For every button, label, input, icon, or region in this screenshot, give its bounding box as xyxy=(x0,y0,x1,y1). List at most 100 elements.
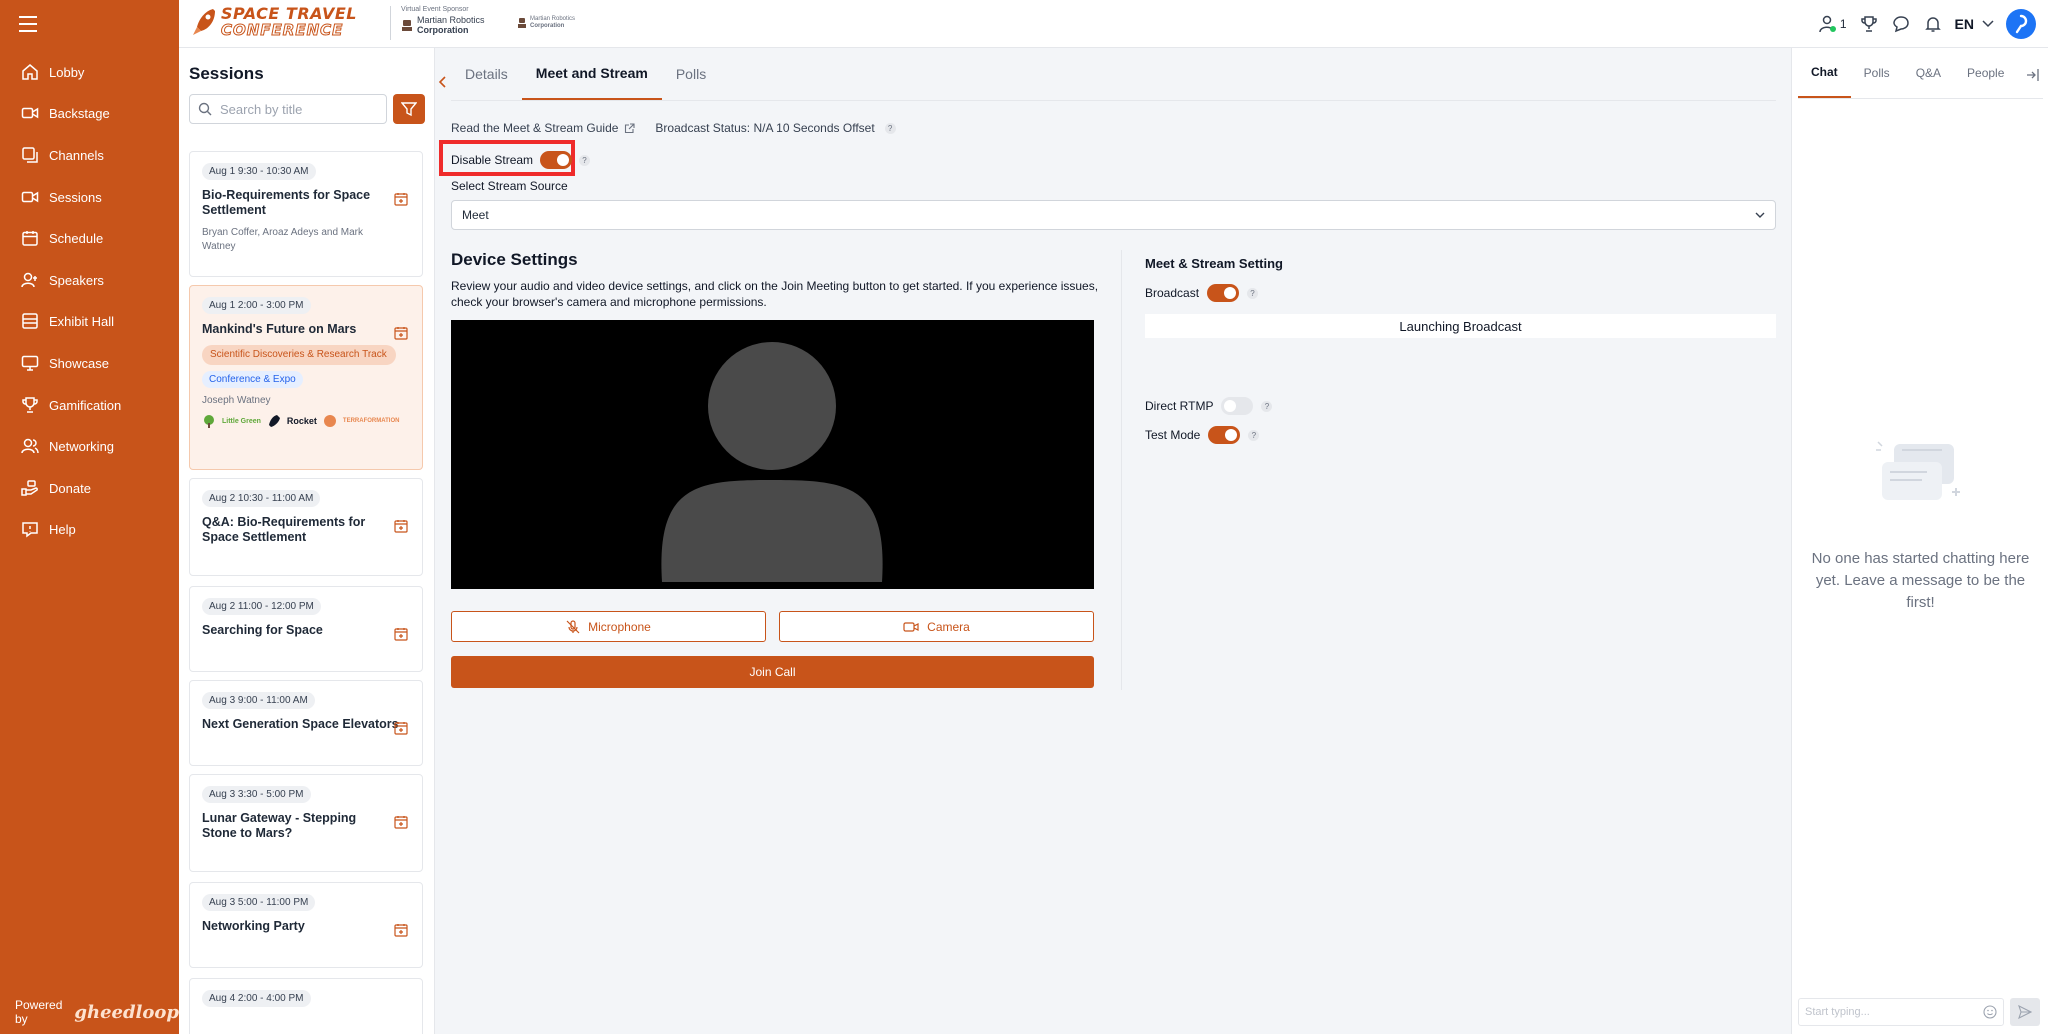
session-card[interactable]: Aug 3 5:00 - 11:00 PM Networking Party xyxy=(189,882,423,968)
tab-polls[interactable]: Polls xyxy=(662,48,720,100)
add-calendar-icon[interactable] xyxy=(394,519,408,533)
nav-item-lobby[interactable]: Lobby xyxy=(0,54,179,90)
tab-polls[interactable]: Polls xyxy=(1851,48,1903,98)
session-title: Q&A: Bio-Requirements for Space Settleme… xyxy=(202,515,366,544)
filter-button[interactable] xyxy=(393,94,425,124)
search-box[interactable] xyxy=(189,94,387,124)
nav-item-sessions[interactable]: Sessions xyxy=(0,179,179,215)
collapse-sessions-icon[interactable] xyxy=(438,75,448,89)
bell-icon[interactable] xyxy=(1923,14,1943,34)
emoji-icon[interactable] xyxy=(1983,1005,1997,1019)
session-speakers: Joseph Watney xyxy=(202,395,271,406)
session-card[interactable]: Aug 4 2:00 - 4:00 PM xyxy=(189,978,423,1034)
nav-item-backstage[interactable]: Backstage xyxy=(0,95,179,131)
session-card[interactable]: Aug 3 9:00 - 11:00 AM Next Generation Sp… xyxy=(189,680,423,766)
nav-item-channels[interactable]: Channels xyxy=(0,137,179,173)
sessions-panel: Sessions Aug 1 9:30 - 10:30 AM Bio-Requi… xyxy=(179,48,435,1034)
donate-icon xyxy=(21,480,38,496)
camera-icon xyxy=(903,621,919,632)
session-card[interactable]: Aug 2 10:30 - 11:00 AM Q&A: Bio-Requirem… xyxy=(189,478,423,576)
nav-item-gamification[interactable]: Gamification xyxy=(0,387,179,423)
add-calendar-icon[interactable] xyxy=(394,627,408,641)
nav-label: Exhibit Hall xyxy=(49,313,115,329)
online-users[interactable]: 1 xyxy=(1818,14,1847,34)
sponsor-c: TERRAFORMATION xyxy=(342,418,400,424)
virtual-sponsor[interactable]: Virtual Event Sponsor Martian Robotics C… xyxy=(390,6,485,40)
nav-label: Schedule xyxy=(49,230,104,246)
direct-rtmp-toggle[interactable] xyxy=(1221,397,1254,415)
broadcast-row: Broadcast ? xyxy=(1145,284,1259,302)
nav-item-schedule[interactable]: Schedule xyxy=(0,220,179,256)
user-placeholder-icon xyxy=(661,342,883,582)
collapse-panel-icon[interactable] xyxy=(2026,68,2040,82)
nav-item-networking[interactable]: Networking xyxy=(0,428,179,464)
session-title: Next Generation Space Elevators xyxy=(202,717,399,731)
tab-details[interactable]: Details xyxy=(451,48,522,100)
session-tabs: Details Meet and Stream Polls xyxy=(451,48,720,100)
search-input[interactable] xyxy=(220,101,370,117)
add-calendar-icon[interactable] xyxy=(394,923,408,937)
stream-source-select[interactable]: Meet xyxy=(451,200,1776,230)
session-time: Aug 2 10:30 - 11:00 AM xyxy=(202,490,321,507)
avatar[interactable] xyxy=(2006,9,2036,39)
chat-bubble-icon[interactable] xyxy=(1891,14,1911,34)
tab-divider xyxy=(451,100,1776,101)
session-title: Mankind's Future on Mars xyxy=(202,322,357,336)
session-title: Lunar Gateway - Stepping Stone to Mars? xyxy=(202,811,357,840)
test-mode-toggle[interactable] xyxy=(1208,426,1241,444)
guide-link[interactable]: Read the Meet & Stream Guide xyxy=(451,121,618,135)
direct-rtmp-label: Direct RTMP xyxy=(1145,399,1214,413)
send-icon xyxy=(2018,1005,2032,1019)
broadcast-toggle[interactable] xyxy=(1207,284,1240,302)
help-icon[interactable]: ? xyxy=(1248,429,1260,441)
camera-button[interactable]: Camera xyxy=(779,611,1094,642)
powered-by-label: Powered by xyxy=(15,998,63,1026)
add-calendar-icon[interactable] xyxy=(394,192,408,206)
broadcast-label: Broadcast xyxy=(1145,286,1200,300)
menu-icon[interactable] xyxy=(19,14,41,34)
sessions-icon xyxy=(21,191,39,203)
powered-logo[interactable]: gheedloop xyxy=(74,1002,179,1023)
calendar-icon xyxy=(22,231,38,246)
tab-chat[interactable]: Chat xyxy=(1798,48,1851,98)
sponsor-logo-small[interactable]: Martian Robotics Corporation xyxy=(517,16,575,30)
add-calendar-icon[interactable] xyxy=(394,815,408,829)
nav-label: Speakers xyxy=(49,272,104,288)
language-select[interactable]: EN xyxy=(1955,16,1994,32)
powered-by: Powered by gheedloop xyxy=(15,998,179,1026)
external-link-icon[interactable] xyxy=(624,122,635,134)
session-card[interactable]: Aug 1 9:30 - 10:30 AM Bio-Requirements f… xyxy=(189,151,423,277)
add-calendar-icon[interactable] xyxy=(394,721,408,735)
chat-input[interactable] xyxy=(1805,1006,1965,1018)
nav-item-showcase[interactable]: Showcase xyxy=(0,345,179,381)
chat-input-box[interactable] xyxy=(1798,998,2004,1026)
help-icon[interactable]: ? xyxy=(884,122,896,134)
disable-stream-toggle[interactable] xyxy=(540,151,573,169)
help-icon[interactable]: ? xyxy=(579,154,591,166)
session-card[interactable]: Aug 3 3:30 - 5:00 PM Lunar Gateway - Ste… xyxy=(189,774,423,872)
tree-logo-icon xyxy=(204,415,214,428)
session-time: Aug 3 3:30 - 5:00 PM xyxy=(202,786,311,803)
event-logo[interactable]: SPACE TRAVEL CONFERENCE xyxy=(191,6,357,39)
join-call-button[interactable]: Join Call xyxy=(451,656,1094,688)
nav-item-donate[interactable]: Donate xyxy=(0,470,179,506)
help-icon[interactable]: ? xyxy=(1261,400,1273,412)
microphone-button[interactable]: Microphone xyxy=(451,611,766,642)
tab-qa[interactable]: Q&A xyxy=(1903,48,1954,98)
session-card[interactable]: Aug 2 11:00 - 12:00 PM Searching for Spa… xyxy=(189,586,423,672)
nav-item-exhibit-hall[interactable]: Exhibit Hall xyxy=(0,303,179,339)
nav-item-help[interactable]: Help xyxy=(0,511,179,547)
tab-people[interactable]: People xyxy=(1954,48,2017,98)
showcase-icon xyxy=(21,355,39,371)
stream-source-value: Meet xyxy=(462,208,489,222)
send-button[interactable] xyxy=(2010,998,2040,1026)
tab-meet-and-stream[interactable]: Meet and Stream xyxy=(521,48,662,100)
session-card-active[interactable]: Aug 1 2:00 - 3:00 PM Mankind's Future on… xyxy=(189,285,423,470)
help-icon[interactable]: ? xyxy=(1247,287,1259,299)
sponsor2-name1: Martian Robotics xyxy=(530,16,576,22)
session-time: Aug 3 5:00 - 11:00 PM xyxy=(202,894,316,911)
add-calendar-icon[interactable] xyxy=(394,326,408,340)
nav-label: Backstage xyxy=(49,105,110,121)
trophy-icon[interactable] xyxy=(1859,14,1879,34)
nav-item-speakers[interactable]: Speakers xyxy=(0,262,179,298)
